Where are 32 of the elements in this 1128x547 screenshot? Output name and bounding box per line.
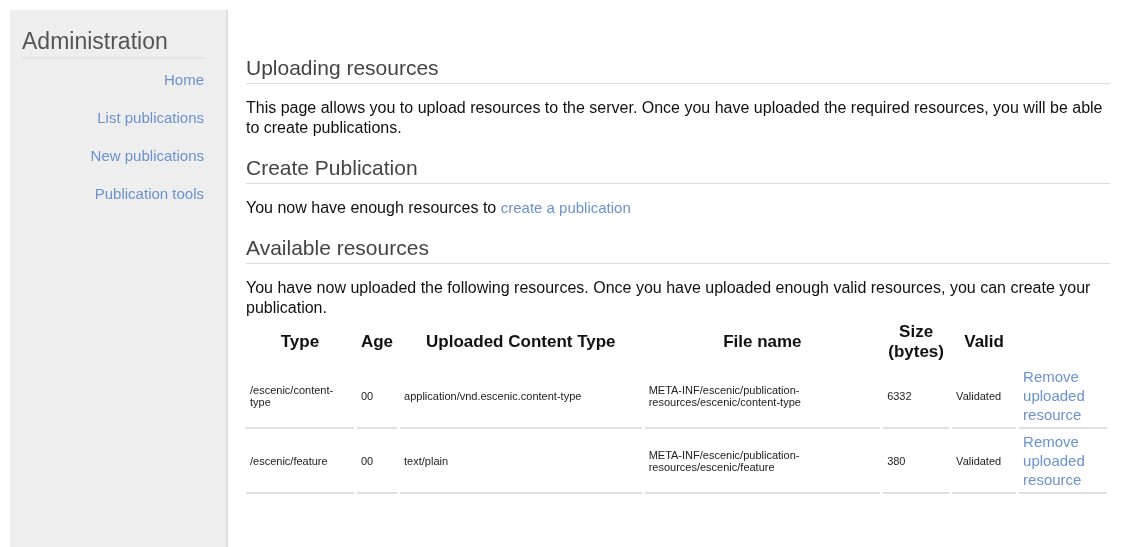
- table-cell: 00: [356, 364, 398, 429]
- sidebar-title: Administration: [22, 28, 204, 59]
- table-cell: /escenic/content-type: [246, 364, 354, 429]
- create-publication-link[interactable]: create a publication: [500, 199, 631, 216]
- remove-resource-link[interactable]: Remove uploaded resource: [1023, 367, 1103, 424]
- paragraph: You have now uploaded the following resources. Once you have uploaded enough valid resources, you can create your publication.: [246, 278, 1092, 318]
- table-cell: Validated: [952, 429, 1017, 494]
- column-header: Type: [279, 331, 321, 353]
- section-heading: Create Publication: [246, 156, 1110, 184]
- table-cell: META-INF/escenic/publication-resources/escenic/content-type: [644, 364, 881, 429]
- sidebar-link[interactable]: List publications: [22, 109, 204, 126]
- paragraph: You now have enough resources to create a publication: [246, 198, 632, 218]
- column-header: Age: [359, 331, 395, 353]
- table-cell: 380: [883, 429, 950, 494]
- paragraph: This page allows you to upload resources to the server. Once you have uploaded the required resources, you will be able to create publications.: [246, 98, 1104, 138]
- table-cell: Validated: [952, 364, 1017, 429]
- column-header: Valid: [963, 331, 1005, 353]
- column-header: File name: [722, 331, 803, 353]
- sidebar-link[interactable]: Home: [22, 71, 204, 88]
- remove-resource-link[interactable]: Remove uploaded resource: [1023, 432, 1103, 489]
- section-heading: Uploading resources: [246, 56, 1110, 84]
- table-cell: 6332: [883, 364, 950, 429]
- table-cell: 00: [356, 429, 398, 494]
- section-heading: Available resources: [246, 236, 1110, 264]
- table-cell: application/vnd.escenic.content-type: [400, 364, 642, 429]
- column-header: Size (bytes): [887, 321, 945, 363]
- table-cell: text/plain: [400, 429, 642, 494]
- table-cell: /escenic/feature: [246, 429, 354, 494]
- table-cell: META-INF/escenic/publication-resources/escenic/feature: [644, 429, 881, 494]
- sidebar-link[interactable]: Publication tools: [22, 185, 204, 202]
- sidebar-link[interactable]: New publications: [22, 147, 204, 164]
- column-header: Uploaded Content Type: [425, 331, 617, 353]
